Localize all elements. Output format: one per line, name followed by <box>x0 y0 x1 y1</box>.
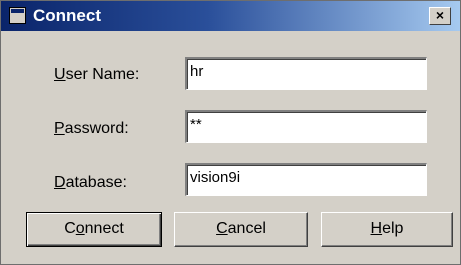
cancel-button[interactable]: Cancel <box>174 212 308 247</box>
connect-button[interactable]: Connect <box>26 212 162 247</box>
database-field[interactable]: vision9i <box>185 163 427 196</box>
connect-dialog: Connect × User Name: hr Password: ** Dat… <box>0 0 461 265</box>
window-title: Connect <box>33 6 101 25</box>
window-icon <box>9 7 26 24</box>
password-field[interactable]: ** <box>185 110 427 143</box>
database-label: Database: <box>54 174 127 191</box>
password-label: Password: <box>54 120 129 137</box>
help-button[interactable]: Help <box>321 212 453 247</box>
username-field[interactable]: hr <box>185 57 427 90</box>
username-label: User Name: <box>54 66 140 83</box>
title-bar[interactable]: Connect × <box>1 1 460 31</box>
close-button[interactable]: × <box>429 7 451 25</box>
